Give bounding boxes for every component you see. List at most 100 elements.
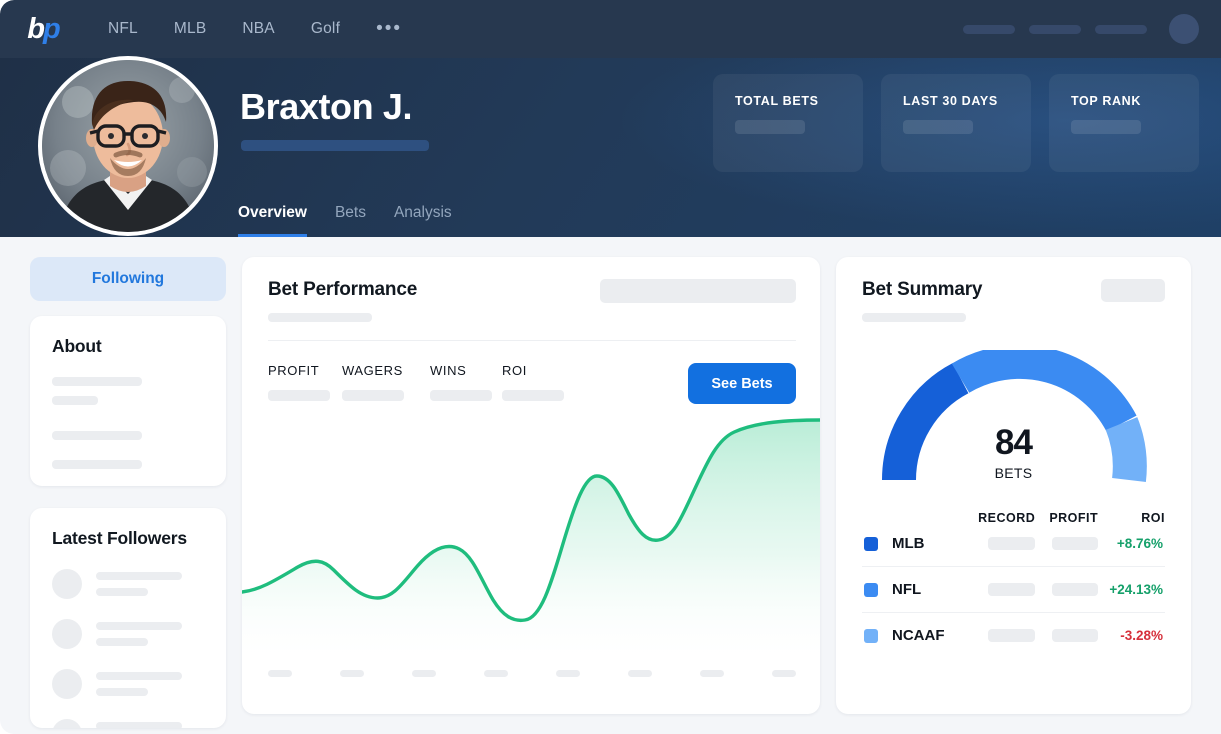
league-color-swatch	[864, 629, 878, 643]
metric-wins: WINS	[430, 363, 502, 401]
bets-gauge-center: 84 BETS	[862, 425, 1165, 481]
stat-label-top-rank: TOP RANK	[1071, 94, 1199, 108]
latest-followers-title: Latest Followers	[52, 528, 208, 549]
nav-link-nba[interactable]: NBA	[242, 20, 274, 38]
left-sidebar: Following About Latest Followers	[30, 257, 226, 734]
metric-profit: PROFIT	[268, 363, 342, 401]
nav-link-mlb[interactable]: MLB	[174, 20, 206, 38]
bet-performance-filter-placeholder[interactable]	[600, 279, 796, 303]
column-header-profit: PROFIT	[1041, 511, 1107, 525]
metric-value-placeholder-roi	[502, 390, 564, 401]
profile-avatar[interactable]	[38, 56, 218, 236]
main-content: Following About Latest Followers	[0, 237, 1221, 734]
stat-value-placeholder-last-30-days	[903, 120, 973, 134]
metrics-row: PROFIT WAGERS WINS ROI Se	[268, 363, 796, 404]
metric-label-roi: ROI	[502, 363, 576, 378]
roi-value: -3.28%	[1106, 628, 1163, 643]
nav-more-icon[interactable]: •••	[376, 25, 402, 33]
record-placeholder	[988, 537, 1034, 550]
chart-x-axis	[242, 670, 820, 677]
bet-summary-subtitle-placeholder	[862, 313, 966, 322]
table-row[interactable]: MLB +8.76%	[862, 525, 1165, 566]
column-header-record: RECORD	[973, 511, 1041, 525]
bet-performance-card: Bet Performance PROFIT WAGERS	[242, 257, 820, 714]
performance-chart-svg	[242, 414, 820, 664]
see-bets-button[interactable]: See Bets	[688, 363, 796, 404]
tab-bets[interactable]: Bets	[335, 204, 366, 237]
about-placeholder-line-3	[52, 431, 142, 440]
profile-hero: Braxton J. TOTAL BETS LAST 30 DAYS TOP R…	[0, 58, 1221, 237]
nav-placeholder-3[interactable]	[1095, 25, 1147, 34]
list-item[interactable]	[52, 569, 208, 599]
avatar	[52, 569, 82, 599]
bets-gauge: 84 BETS	[862, 350, 1165, 485]
metric-label-wagers: WAGERS	[342, 363, 430, 378]
list-item[interactable]	[52, 719, 208, 728]
about-placeholder-line-2	[52, 396, 98, 405]
top-navigation-bar: bp NFL MLB NBA Golf •••	[0, 0, 1221, 58]
follower-name-placeholder	[96, 622, 182, 630]
right-column: Bet Summary 84 BET	[836, 257, 1191, 734]
about-title: About	[52, 336, 208, 357]
profit-placeholder	[1052, 583, 1098, 596]
metric-label-profit: PROFIT	[268, 363, 342, 378]
follower-meta-placeholder	[96, 638, 148, 646]
about-placeholder-line-1	[52, 377, 142, 386]
list-item[interactable]	[52, 619, 208, 649]
nav-placeholder-2[interactable]	[1029, 25, 1081, 34]
stat-card-last-30-days[interactable]: LAST 30 DAYS	[881, 74, 1031, 172]
hero-stat-cards: TOTAL BETS LAST 30 DAYS TOP RANK	[713, 74, 1199, 172]
roi-value: +8.76%	[1106, 536, 1163, 551]
metric-value-placeholder-wins	[430, 390, 492, 401]
x-tick-placeholder	[700, 670, 724, 677]
league-color-swatch	[864, 583, 878, 597]
nav-placeholder-1[interactable]	[963, 25, 1015, 34]
bet-summary-header: Bet Summary	[862, 279, 1165, 322]
stat-card-top-rank[interactable]: TOP RANK	[1049, 74, 1199, 172]
record-placeholder	[988, 629, 1034, 642]
profile-subtitle-placeholder	[241, 140, 429, 151]
divider	[268, 340, 796, 341]
profile-name: Braxton J.	[240, 86, 412, 128]
x-tick-placeholder	[268, 670, 292, 677]
nav-right-group	[963, 14, 1199, 44]
league-color-swatch	[864, 537, 878, 551]
table-row[interactable]: NCAAF -3.28%	[862, 612, 1165, 658]
bet-summary-filter-placeholder[interactable]	[1101, 279, 1165, 302]
list-item[interactable]	[52, 669, 208, 699]
avatar	[52, 619, 82, 649]
metric-roi: ROI	[502, 363, 576, 401]
brand-logo[interactable]: bp	[20, 15, 66, 44]
stat-label-last-30-days: LAST 30 DAYS	[903, 94, 1031, 108]
app-root: bp NFL MLB NBA Golf •••	[0, 0, 1221, 734]
about-placeholder-line-4	[52, 460, 142, 469]
table-row[interactable]: NFL +24.13%	[862, 566, 1165, 612]
nav-link-golf[interactable]: Golf	[311, 20, 340, 38]
bet-performance-subtitle-placeholder	[268, 313, 372, 322]
metric-wagers: WAGERS	[342, 363, 430, 401]
tab-overview[interactable]: Overview	[238, 204, 307, 237]
tab-analysis[interactable]: Analysis	[394, 204, 452, 237]
account-avatar[interactable]	[1169, 14, 1199, 44]
about-card: About	[30, 316, 226, 486]
league-name: NFL	[892, 581, 979, 598]
metric-value-placeholder-wagers	[342, 390, 404, 401]
bet-performance-title: Bet Performance	[268, 279, 417, 301]
follower-meta-placeholder	[96, 588, 148, 596]
profile-tabs: Overview Bets Analysis	[238, 204, 452, 237]
nav-link-nfl[interactable]: NFL	[108, 20, 138, 38]
performance-chart	[242, 414, 820, 714]
logo-letter-p: p	[43, 13, 59, 45]
record-placeholder	[988, 583, 1034, 596]
x-tick-placeholder	[484, 670, 508, 677]
stat-card-total-bets[interactable]: TOTAL BETS	[713, 74, 863, 172]
following-button[interactable]: Following	[30, 257, 226, 301]
bets-gauge-value: 84	[862, 425, 1165, 460]
profit-placeholder	[1052, 537, 1098, 550]
x-tick-placeholder	[412, 670, 436, 677]
nav-links: NFL MLB NBA Golf •••	[108, 20, 402, 38]
follower-name-placeholder	[96, 572, 182, 580]
latest-followers-card: Latest Followers	[30, 508, 226, 728]
x-tick-placeholder	[556, 670, 580, 677]
x-tick-placeholder	[340, 670, 364, 677]
